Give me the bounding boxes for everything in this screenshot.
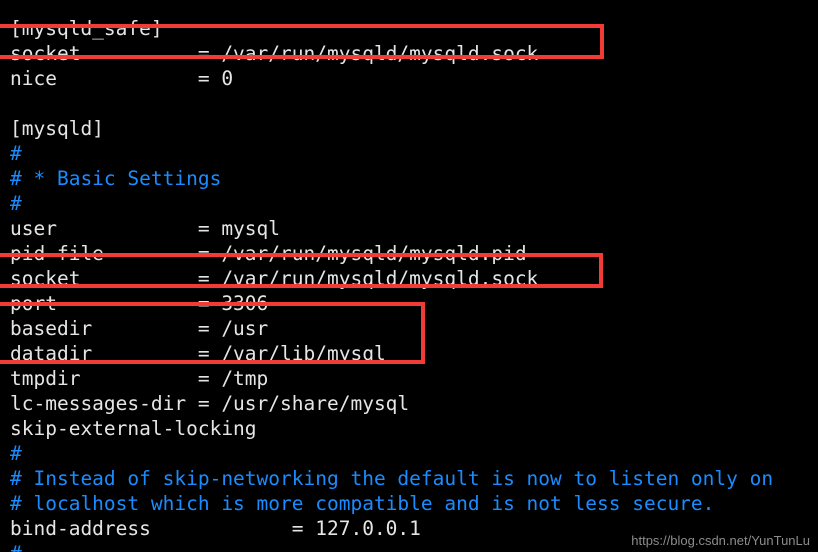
config-line-l07: # * Basic Settings [10, 166, 222, 190]
config-line-l05: [mysqld] [10, 116, 104, 140]
config-line-l10: pid-file = /var/run/mysqld/mysqld.pid [10, 241, 527, 265]
terminal-window: [mysqld_safe] socket = /var/run/mysqld/my… [0, 0, 818, 552]
config-line-l08: # [10, 191, 22, 215]
config-line-l13: basedir = /usr [10, 316, 269, 340]
config-line-l19: # Instead of skip-networking the default… [10, 466, 774, 490]
config-line-l09: user = mysql [10, 216, 281, 240]
config-line-l14: datadir = /var/lib/mysql [10, 341, 386, 365]
config-line-l11: socket = /var/run/mysqld/mysqld.sock [10, 266, 539, 290]
config-line-l01: [mysqld_safe] [10, 16, 163, 40]
config-line-l04 [10, 91, 818, 116]
config-line-l03: nice = 0 [10, 66, 234, 90]
config-line-l02: socket = /var/run/mysqld/mysqld.sock [10, 41, 539, 65]
config-line-l12: port = 3306 [10, 291, 269, 315]
config-file-content[interactable]: [mysqld_safe] socket = /var/run/mysqld/my… [0, 16, 818, 552]
config-line-l20: # localhost which is more compatible and… [10, 491, 715, 515]
config-line-l17: skip-external-locking [10, 416, 257, 440]
config-line-l16: lc-messages-dir = /usr/share/mysql [10, 391, 410, 415]
config-line-l18: # [10, 441, 22, 465]
config-line-l06: # [10, 141, 22, 165]
config-line-l15: tmpdir = /tmp [10, 366, 269, 390]
watermark: https://blog.csdn.net/YunTunLu [631, 533, 810, 548]
